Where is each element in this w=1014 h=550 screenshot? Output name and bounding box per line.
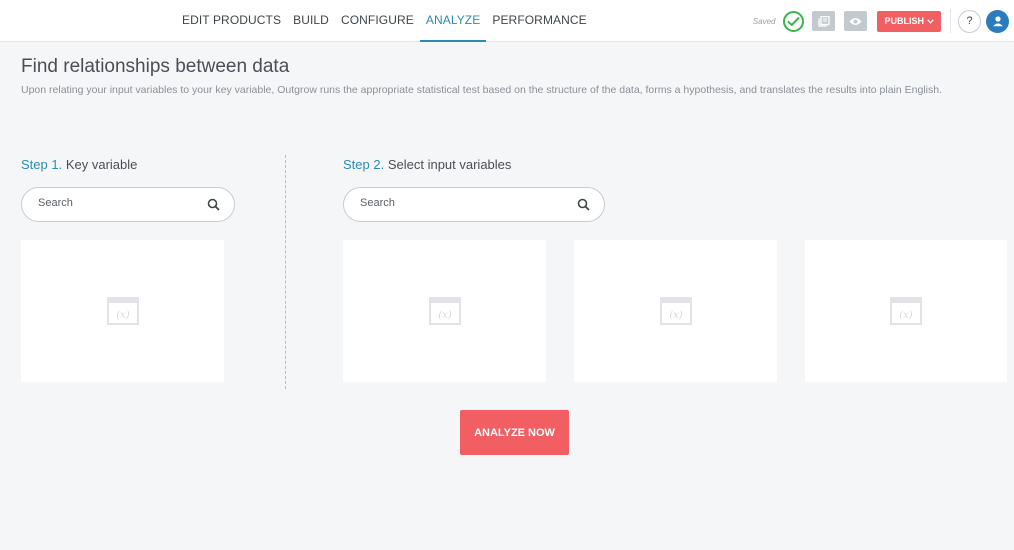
pages-icon <box>818 15 830 27</box>
step2-label: Select input variables <box>387 157 512 172</box>
saved-status-text: Saved <box>752 16 776 26</box>
input-variable-card[interactable]: (x) <box>343 240 546 382</box>
help-button[interactable]: ? <box>958 9 981 33</box>
variable-placeholder-icon: (x) <box>106 297 139 325</box>
nav-configure[interactable]: CONFIGURE <box>335 0 420 40</box>
step1-label: Key variable <box>65 157 138 172</box>
nav-performance[interactable]: PERFORMANCE <box>486 0 592 40</box>
pages-button[interactable] <box>812 11 836 31</box>
publish-button[interactable]: PUBLISH <box>877 10 941 32</box>
key-variable-card[interactable]: (x) <box>21 240 224 382</box>
preview-button[interactable] <box>844 11 868 31</box>
variable-placeholder-icon: (x) <box>659 297 692 325</box>
search-icon <box>577 198 590 211</box>
step-divider <box>285 155 286 389</box>
step1-number: Step 1. <box>21 157 63 172</box>
step2-number: Step 2. <box>343 157 385 172</box>
step2-heading: Step 2. Select input variables <box>343 157 511 172</box>
input-variables-search[interactable] <box>343 187 605 222</box>
search-icon <box>207 198 220 211</box>
nav-build[interactable]: BUILD <box>287 0 335 40</box>
variable-placeholder-icon: (x) <box>428 297 461 325</box>
input-variable-card[interactable]: (x) <box>574 240 777 382</box>
input-variables-search-input[interactable] <box>360 197 510 209</box>
input-variable-card[interactable]: (x) <box>805 240 1007 382</box>
nav-analyze[interactable]: ANALYZE <box>419 0 487 42</box>
variable-placeholder-text: (x) <box>669 310 683 321</box>
main-nav: EDIT PRODUCTS BUILD CONFIGURE ANALYZE PE… <box>176 0 593 42</box>
variable-placeholder-icon: (x) <box>890 297 922 325</box>
toolbar-right: Saved PUBLISH ? <box>753 0 1014 42</box>
key-variable-search[interactable] <box>21 187 235 222</box>
user-icon <box>992 16 1003 27</box>
top-bar: EDIT PRODUCTS BUILD CONFIGURE ANALYZE PE… <box>0 0 1014 42</box>
page-title: Find relationships between data <box>21 56 290 77</box>
saved-check-icon <box>783 10 805 32</box>
chevron-down-icon <box>927 18 934 24</box>
key-variable-search-input[interactable] <box>38 197 188 209</box>
nav-edit-products[interactable]: EDIT PRODUCTS <box>176 0 287 40</box>
step1-heading: Step 1. Key variable <box>21 157 137 172</box>
user-avatar[interactable] <box>986 9 1009 33</box>
toolbar-divider <box>950 9 951 33</box>
variable-placeholder-text: (x) <box>899 310 913 321</box>
page-description: Upon relating your input variables to yo… <box>21 84 943 96</box>
variable-placeholder-text: (x) <box>438 310 452 321</box>
publish-label: PUBLISH <box>884 16 924 26</box>
analyze-now-button[interactable]: ANALYZE NOW <box>460 410 569 455</box>
variable-placeholder-text: (x) <box>116 310 130 321</box>
eye-icon <box>849 17 862 25</box>
